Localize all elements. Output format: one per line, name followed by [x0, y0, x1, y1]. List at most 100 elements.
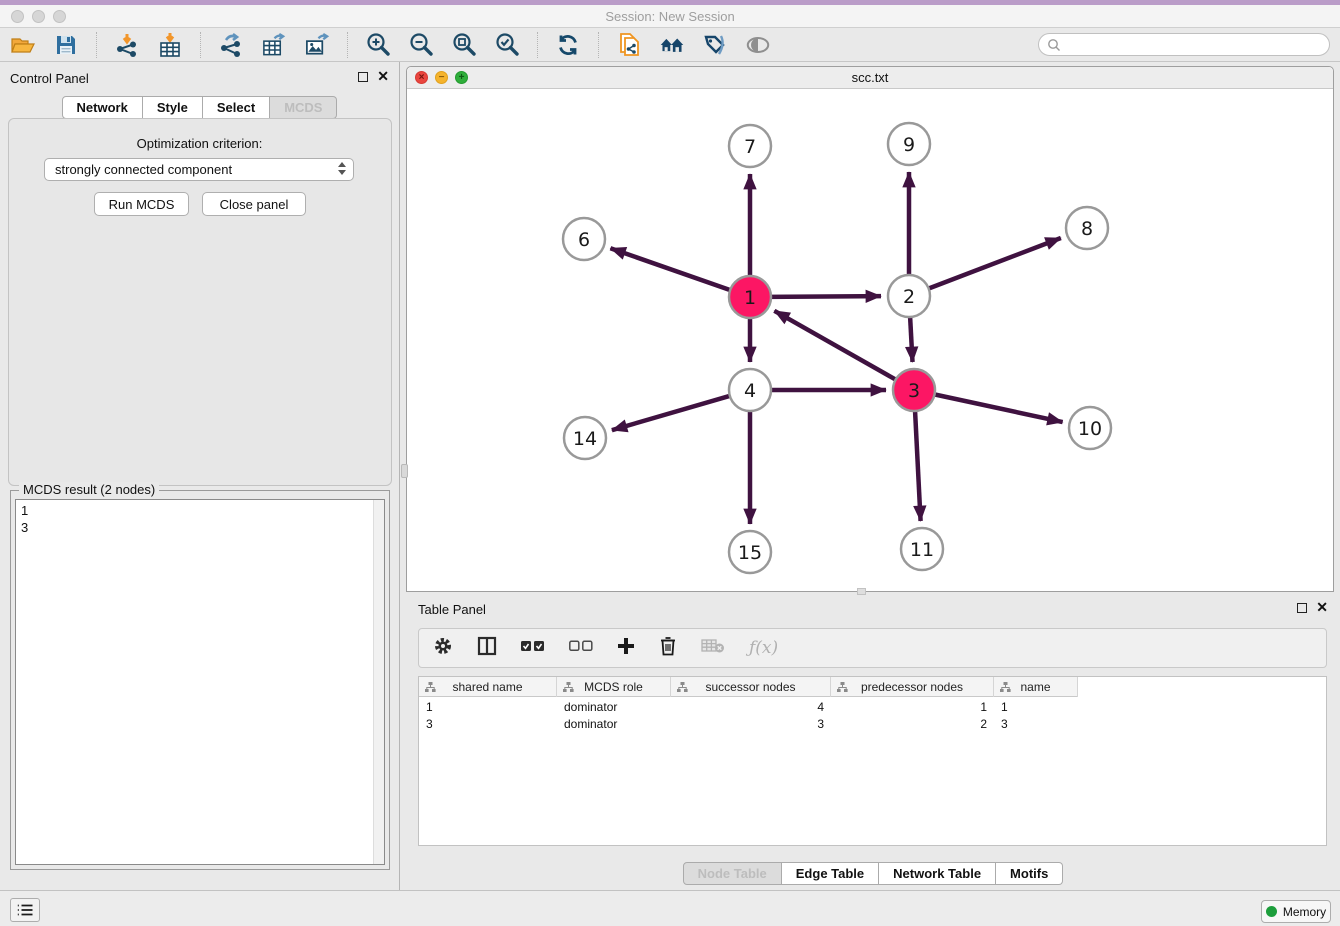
delete-column-button[interactable]	[659, 636, 677, 661]
show-hide-panel-button[interactable]	[745, 32, 771, 58]
export-table-button[interactable]	[261, 32, 287, 58]
node-label-15: 15	[738, 542, 762, 564]
network-window-titlebar[interactable]: × − + scc.txt	[407, 67, 1333, 89]
export-image-button[interactable]	[304, 32, 330, 58]
list-icon	[17, 903, 33, 917]
float-panel-icon[interactable]	[358, 72, 368, 82]
tab-network[interactable]: Network	[62, 96, 143, 119]
cell-MCDS-role[interactable]: dominator	[557, 699, 671, 716]
column-label: predecessor nodes	[861, 680, 963, 694]
select-all-button[interactable]	[521, 639, 545, 657]
zoom-fit-button[interactable]	[451, 32, 477, 58]
show-column-button[interactable]	[477, 636, 497, 661]
delete-table-button[interactable]	[701, 638, 725, 659]
cell-successor-nodes[interactable]: 4	[671, 699, 831, 716]
tab-select[interactable]: Select	[203, 96, 270, 119]
optimization-criterion-select[interactable]: strongly connected component	[44, 158, 354, 181]
export-table-icon	[261, 32, 287, 58]
memory-label: Memory	[1283, 905, 1326, 919]
close-panel-icon[interactable]: ✕	[377, 71, 389, 82]
app-titlebar: Session: New Session	[0, 5, 1340, 28]
cell-name[interactable]: 3	[994, 716, 1078, 733]
toolbar-separator	[537, 32, 538, 58]
cell-predecessor-nodes[interactable]: 2	[831, 716, 994, 733]
edge-2-8[interactable]	[927, 238, 1061, 289]
node-label-9: 9	[903, 134, 915, 156]
tab-edge-table[interactable]: Edge Table	[782, 862, 879, 885]
column-label: successor nodes	[705, 680, 795, 694]
edge-3-1[interactable]	[774, 311, 897, 381]
cell-name[interactable]: 1	[994, 699, 1078, 716]
network-graph[interactable]: 7968124314101511	[407, 89, 1333, 591]
edge-1-2[interactable]	[769, 296, 881, 297]
column-header-name[interactable]: name	[994, 677, 1078, 697]
table-settings-button[interactable]	[433, 636, 453, 661]
column-header-successor-nodes[interactable]: successor nodes	[671, 677, 831, 697]
hierarchy-icon	[677, 682, 688, 693]
mcds-result-frame: MCDS result (2 nodes) 1 3	[10, 490, 390, 870]
table-row[interactable]: 3dominator323	[419, 716, 1078, 733]
table-row[interactable]: 1dominator411	[419, 699, 1078, 716]
search-icon	[1047, 38, 1061, 52]
import-network-button[interactable]	[114, 32, 140, 58]
zoom-fit-icon	[451, 32, 477, 58]
cell-shared-name[interactable]: 3	[419, 716, 557, 733]
hierarchy-icon	[837, 682, 848, 693]
tab-style[interactable]: Style	[143, 96, 203, 119]
column-header-shared-name[interactable]: shared name	[419, 677, 557, 697]
tab-node-table[interactable]: Node Table	[683, 862, 782, 885]
tab-motifs[interactable]: Motifs	[996, 862, 1063, 885]
node-table[interactable]: shared nameMCDS role successor nodes prede…	[418, 676, 1327, 846]
import-network-icon	[114, 32, 140, 58]
edge-4-14[interactable]	[612, 395, 732, 430]
result-scrollbar[interactable]	[373, 500, 384, 864]
add-column-button[interactable]	[617, 637, 635, 660]
zoom-in-button[interactable]	[365, 32, 391, 58]
column-header-predecessor-nodes[interactable]: predecessor nodes	[831, 677, 994, 697]
close-panel-icon[interactable]: ✕	[1316, 602, 1328, 613]
zoom-out-button[interactable]	[408, 32, 434, 58]
network-canvas[interactable]: 7968124314101511	[407, 89, 1333, 591]
open-session-button[interactable]	[10, 32, 36, 58]
mcds-result-text[interactable]: 1 3	[15, 499, 385, 865]
memory-button[interactable]: Memory	[1261, 900, 1331, 923]
tab-network-table[interactable]: Network Table	[879, 862, 996, 885]
export-image-icon	[304, 32, 330, 58]
duplicate-network-button[interactable]	[616, 32, 642, 58]
float-panel-icon[interactable]	[1297, 603, 1307, 613]
home-button[interactable]	[659, 32, 685, 58]
resize-grip[interactable]	[857, 588, 866, 595]
task-history-button[interactable]	[10, 898, 40, 922]
cell-predecessor-nodes[interactable]: 1	[831, 699, 994, 716]
node-label-10: 10	[1078, 418, 1102, 440]
home-icon	[659, 33, 685, 57]
control-panel-title: Control Panel	[10, 71, 89, 86]
close-panel-button[interactable]: Close panel	[202, 192, 306, 216]
save-session-button[interactable]	[53, 32, 79, 58]
zoom-selected-button[interactable]	[494, 32, 520, 58]
tab-mcds[interactable]: MCDS	[270, 96, 337, 119]
deselect-all-button[interactable]	[569, 639, 593, 657]
export-network-button[interactable]	[218, 32, 244, 58]
hide-labels-button[interactable]	[702, 32, 728, 58]
run-mcds-button[interactable]: Run MCDS	[94, 192, 189, 216]
column-header-MCDS-role[interactable]: MCDS role	[557, 677, 671, 697]
edge-2-3[interactable]	[910, 315, 913, 362]
refresh-button[interactable]	[555, 32, 581, 58]
function-builder-button[interactable]: ƒ(x)	[749, 638, 778, 658]
edge-3-11[interactable]	[915, 409, 921, 521]
cell-shared-name[interactable]: 1	[419, 699, 557, 716]
deselect-all-icon	[569, 640, 593, 652]
import-table-button[interactable]	[157, 32, 183, 58]
node-label-1: 1	[744, 287, 756, 309]
memory-status-icon	[1266, 906, 1277, 917]
cell-successor-nodes[interactable]: 3	[671, 716, 831, 733]
table-tabs: Node TableEdge TableNetwork TableMotifs	[406, 862, 1340, 885]
search-input[interactable]	[1038, 33, 1330, 56]
cell-MCDS-role[interactable]: dominator	[557, 716, 671, 733]
trash-icon	[659, 636, 677, 656]
zoom-out-icon	[408, 32, 434, 58]
edge-3-10[interactable]	[933, 394, 1063, 422]
splitter-grip[interactable]	[401, 464, 408, 478]
edge-1-6[interactable]	[610, 248, 732, 290]
